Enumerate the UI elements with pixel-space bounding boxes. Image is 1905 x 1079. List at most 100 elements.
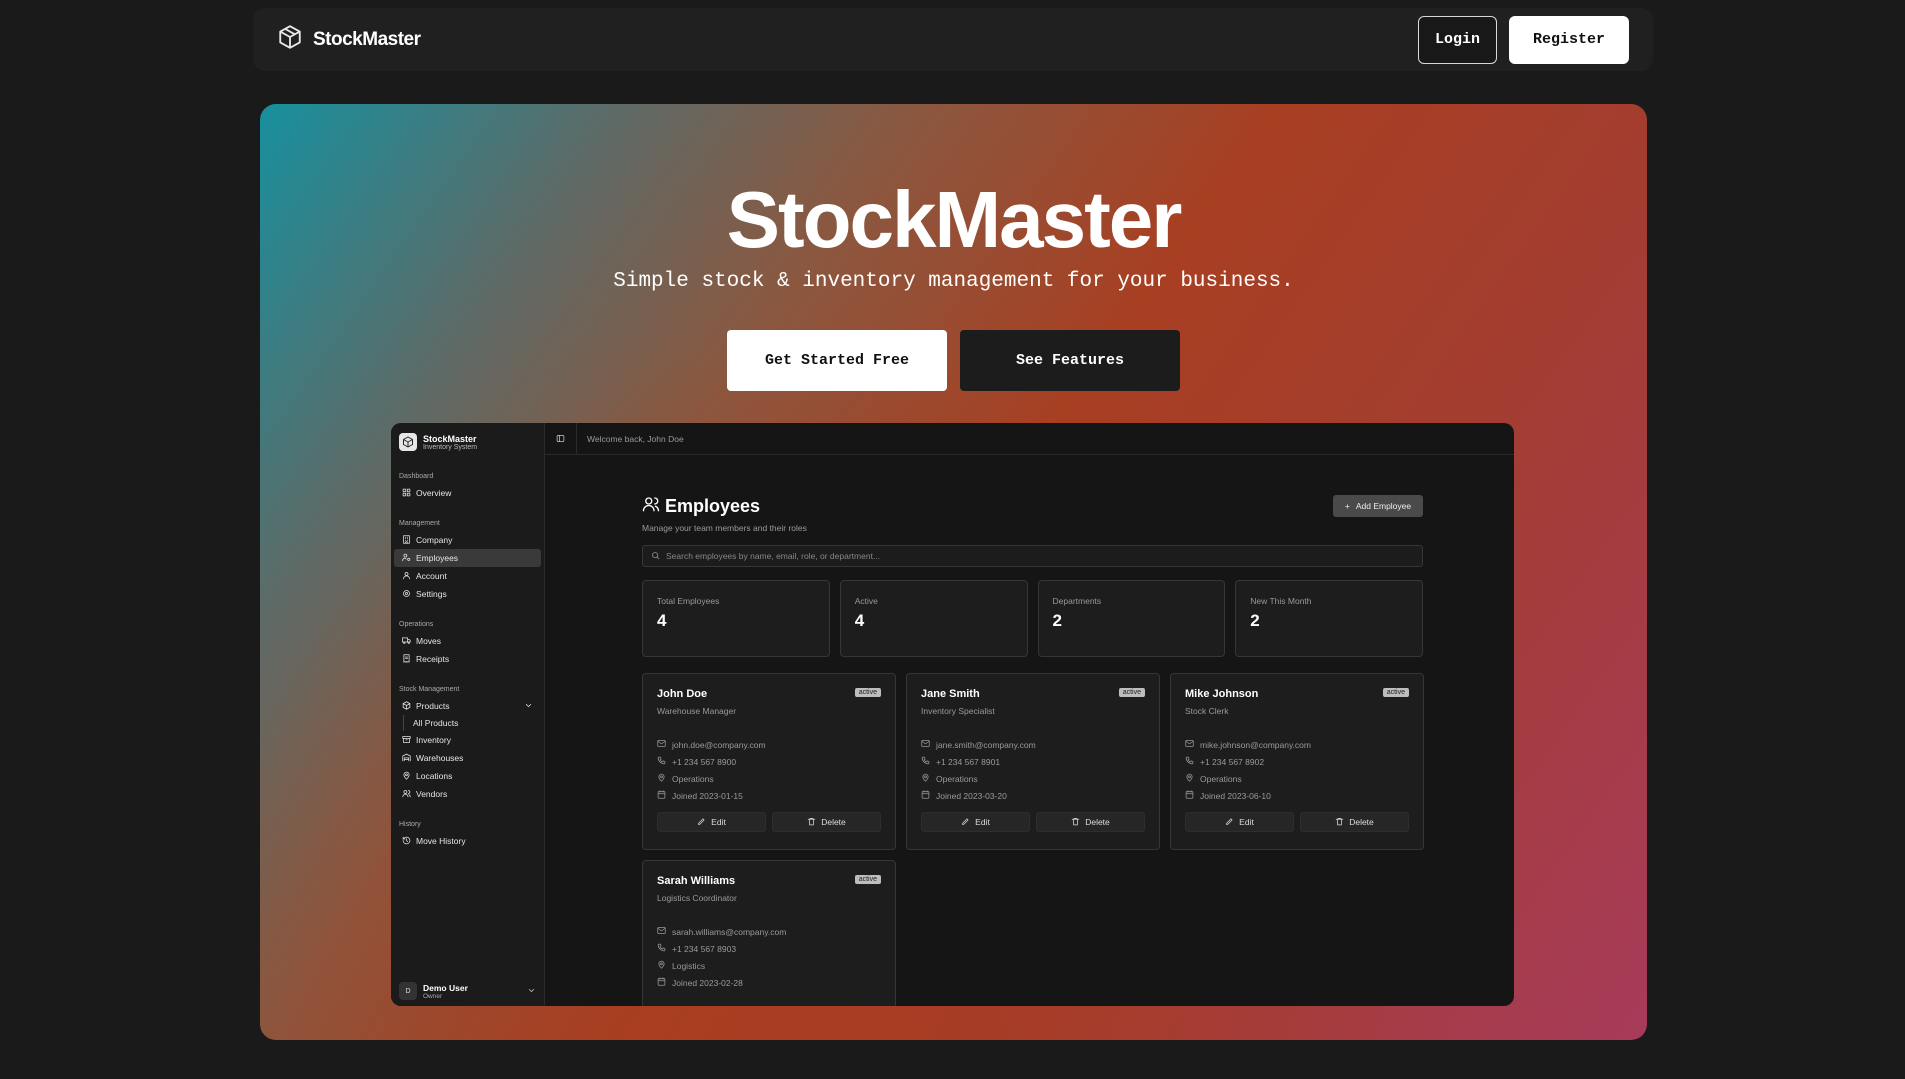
stat-card-active: Active 4: [839, 580, 1028, 657]
stat-card-departments: Departments 2: [1037, 580, 1226, 657]
search-bar: [642, 545, 1423, 567]
employee-role: Inventory Specialist: [921, 706, 995, 716]
page-title: Employees: [642, 495, 807, 518]
delete-button[interactable]: Delete: [772, 812, 881, 832]
get-started-button[interactable]: Get Started Free: [727, 330, 947, 391]
users-icon: [402, 789, 411, 800]
employee-phone: +1 234 567 8900: [657, 753, 881, 770]
phone-icon: [657, 943, 666, 954]
sidebar-item-products[interactable]: Products: [394, 697, 541, 715]
sidebar-item-label: Products: [416, 701, 450, 711]
employee-joined: Joined 2023-06-10: [1185, 787, 1409, 804]
department-text: Operations: [936, 773, 978, 784]
stat-value: 2: [1250, 611, 1260, 630]
sidebar-item-label: Vendors: [416, 789, 448, 799]
trash-icon: [807, 817, 816, 828]
user-name: Demo User: [423, 982, 468, 993]
pencil-icon: [1225, 817, 1234, 828]
delete-label: Delete: [1085, 817, 1110, 827]
sidebar-item-warehouses[interactable]: Warehouses: [394, 749, 541, 767]
sidebar-item-locations[interactable]: Locations: [394, 767, 541, 785]
page-header: Employees Manage your team members and t…: [642, 495, 1423, 533]
employee-department: Operations: [1185, 770, 1409, 787]
panel-left-icon: [556, 430, 565, 448]
warehouse-icon: [402, 753, 411, 764]
search-input[interactable]: [666, 551, 1414, 561]
delete-button[interactable]: Delete: [1300, 812, 1409, 832]
package-icon: [402, 700, 411, 712]
email-text: jane.smith@company.com: [936, 739, 1036, 750]
stat-value: 4: [657, 611, 667, 630]
sidebar-toggle-button[interactable]: [545, 423, 577, 455]
login-button[interactable]: Login: [1418, 15, 1497, 64]
sidebar-item-moves[interactable]: Moves: [394, 632, 541, 650]
add-employee-label: Add Employee: [1355, 501, 1412, 511]
joined-text: Joined 2023-06-10: [1200, 790, 1271, 801]
sidebar-item-settings[interactable]: Settings: [394, 585, 541, 603]
sidebar-item-receipts[interactable]: Receipts: [394, 650, 541, 668]
delete-button[interactable]: Delete: [1036, 812, 1145, 832]
pencil-icon: [961, 817, 970, 828]
employee-email: sarah.williams@company.com: [657, 923, 881, 940]
employee-cards: John Doe active Warehouse Manager john.d…: [642, 673, 1424, 1006]
delete-label: Delete: [821, 817, 846, 827]
sidebar-item-overview[interactable]: Overview: [394, 484, 541, 502]
box-logo-icon: [399, 433, 417, 451]
employee-email: jane.smith@company.com: [921, 736, 1145, 753]
employee-phone: +1 234 567 8902: [1185, 753, 1409, 770]
email-text: john.doe@company.com: [672, 739, 766, 750]
phone-text: +1 234 567 8901: [936, 756, 1001, 767]
map-pin-icon: [402, 771, 411, 782]
see-features-button[interactable]: See Features: [960, 330, 1180, 391]
edit-button[interactable]: Edit: [1185, 812, 1294, 832]
sidebar-item-label: Employees: [416, 553, 459, 563]
edit-button[interactable]: Edit: [657, 812, 766, 832]
phone-text: +1 234 567 8903: [672, 943, 737, 954]
add-employee-button[interactable]: + Add Employee: [1333, 495, 1423, 517]
sidebar-item-label: Moves: [416, 636, 442, 646]
email-text: sarah.williams@company.com: [672, 926, 787, 937]
sidebar-header[interactable]: StockMaster Inventory System: [391, 423, 544, 461]
sidebar-subitem-all-products[interactable]: All Products: [403, 715, 544, 731]
calendar-icon: [657, 977, 666, 988]
edit-label: Edit: [711, 817, 726, 827]
calendar-icon: [657, 790, 666, 801]
truck-icon: [402, 636, 411, 647]
edit-button[interactable]: Edit: [921, 812, 1030, 832]
sidebar-item-label: Company: [416, 535, 453, 545]
status-badge: active: [1382, 688, 1409, 697]
map-pin-icon: [1185, 773, 1194, 784]
sidebar-item-employees[interactable]: Employees: [394, 549, 541, 567]
sidebar-user-menu[interactable]: D Demo User Owner: [391, 982, 544, 1000]
phone-icon: [657, 756, 666, 767]
nav-actions: Login Register: [1418, 15, 1629, 64]
register-button[interactable]: Register: [1509, 15, 1629, 64]
trash-icon: [1335, 817, 1344, 828]
sidebar-item-label: Account: [416, 571, 447, 581]
stat-label: Departments: [1052, 596, 1102, 606]
sidebar-item-inventory[interactable]: Inventory: [394, 731, 541, 749]
map-pin-icon: [657, 960, 666, 971]
phone-text: +1 234 567 8900: [672, 756, 737, 767]
chevron-down-icon: [524, 701, 533, 712]
sidebar-group-history: History: [399, 821, 421, 828]
brand[interactable]: StockMaster: [277, 24, 421, 55]
employee-phone: +1 234 567 8903: [657, 940, 881, 957]
employee-phone: +1 234 567 8901: [921, 753, 1145, 770]
phone-text: +1 234 567 8902: [1200, 756, 1265, 767]
sidebar-item-vendors[interactable]: Vendors: [394, 785, 541, 803]
mail-icon: [921, 739, 930, 750]
sidebar-item-move-history[interactable]: Move History: [394, 832, 541, 850]
sidebar-item-company[interactable]: Company: [394, 531, 541, 549]
mail-icon: [1185, 739, 1194, 750]
stat-card-new: New This Month 2: [1235, 580, 1423, 657]
user-cog-icon: [402, 553, 411, 564]
employee-joined: Joined 2023-02-28: [657, 974, 881, 991]
gear-icon: [402, 589, 411, 600]
stat-value: 4: [854, 611, 865, 630]
employee-name: John Doe: [657, 688, 708, 700]
stat-label: New This Month: [1250, 596, 1312, 606]
employee-email: john.doe@company.com: [657, 736, 881, 753]
status-badge: active: [854, 875, 881, 884]
sidebar-item-account[interactable]: Account: [394, 567, 541, 585]
